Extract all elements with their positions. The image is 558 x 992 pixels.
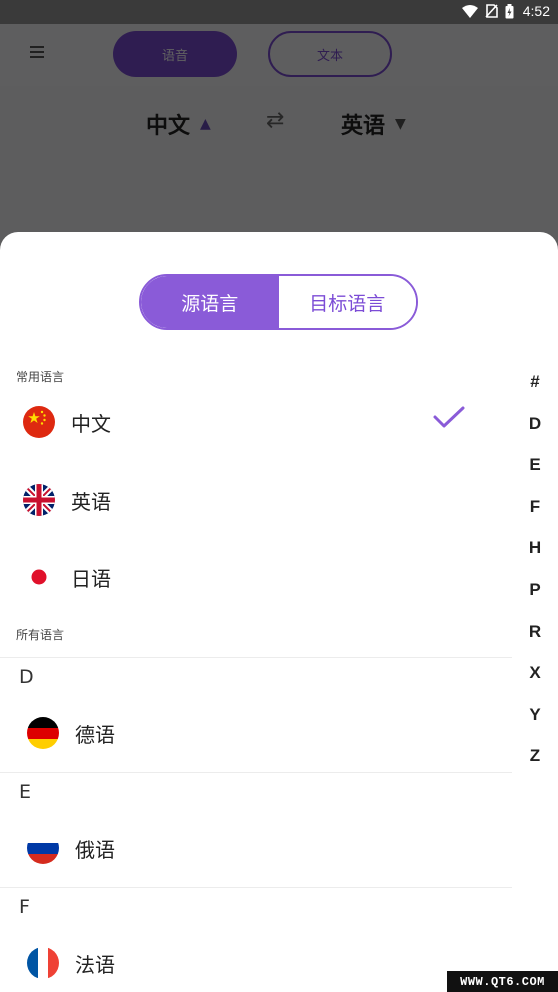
- language-item-russian[interactable]: 俄语: [0, 813, 512, 883]
- index-letter[interactable]: F: [520, 497, 550, 539]
- language-name: 俄语: [75, 837, 115, 862]
- tab-target-language[interactable]: 目标语言: [278, 276, 416, 328]
- checkmark-icon: [433, 406, 465, 428]
- index-letter[interactable]: E: [520, 455, 550, 497]
- germany-flag-icon: [27, 717, 59, 749]
- status-bar: 4:52: [0, 0, 558, 24]
- japan-flag-icon: [23, 561, 55, 593]
- language-item-english[interactable]: 英语: [0, 465, 512, 535]
- language-picker-sheet: 源语言 目标语言 常用语言 中文 英语 日语 所有语言 D 德语 E 俄语 F …: [0, 232, 558, 992]
- index-letter[interactable]: Y: [520, 705, 550, 747]
- language-name: 英语: [71, 489, 111, 514]
- language-item-japanese[interactable]: 日语: [0, 542, 512, 612]
- tab-source-language[interactable]: 源语言: [141, 276, 279, 328]
- tab-source-language-label: 源语言: [181, 292, 239, 315]
- all-languages-heading: 所有语言: [16, 628, 65, 642]
- clock: 4:52: [522, 3, 550, 19]
- group-header-f: F: [19, 896, 30, 918]
- language-name: 中文: [71, 411, 111, 436]
- index-letter[interactable]: #: [520, 372, 550, 414]
- wifi-icon: [461, 4, 478, 18]
- uk-flag-icon: [23, 484, 55, 516]
- divider: [0, 887, 512, 888]
- watermark: WWW.QT6.COM: [447, 971, 558, 992]
- language-item-chinese[interactable]: 中文: [0, 387, 512, 457]
- language-name: 德语: [75, 722, 115, 747]
- divider: [0, 772, 512, 773]
- language-item-french[interactable]: 法语: [0, 928, 512, 992]
- index-letter[interactable]: X: [520, 663, 550, 705]
- index-letter[interactable]: P: [520, 580, 550, 622]
- language-name: 日语: [71, 566, 111, 591]
- index-letter[interactable]: R: [520, 622, 550, 664]
- group-header-d: D: [19, 666, 34, 688]
- index-letter[interactable]: Z: [520, 746, 550, 788]
- battery-charging-icon: [505, 3, 514, 18]
- language-name: 法语: [75, 952, 115, 977]
- france-flag-icon: [27, 947, 59, 979]
- common-languages-heading: 常用语言: [16, 370, 65, 384]
- alphabet-index-bar[interactable]: # D E F H P R X Y Z: [520, 372, 550, 788]
- divider: [0, 657, 512, 658]
- group-header-e: E: [19, 781, 32, 803]
- russia-flag-icon: [27, 832, 59, 864]
- index-letter[interactable]: H: [520, 538, 550, 580]
- status-icons: 4:52: [461, 3, 550, 19]
- language-type-toggle: 源语言 目标语言: [139, 274, 418, 330]
- index-letter[interactable]: D: [520, 414, 550, 456]
- tab-target-language-label: 目标语言: [309, 292, 386, 315]
- no-sim-icon: [485, 4, 498, 18]
- language-item-german[interactable]: 德语: [0, 698, 512, 768]
- china-flag-icon: [23, 406, 55, 438]
